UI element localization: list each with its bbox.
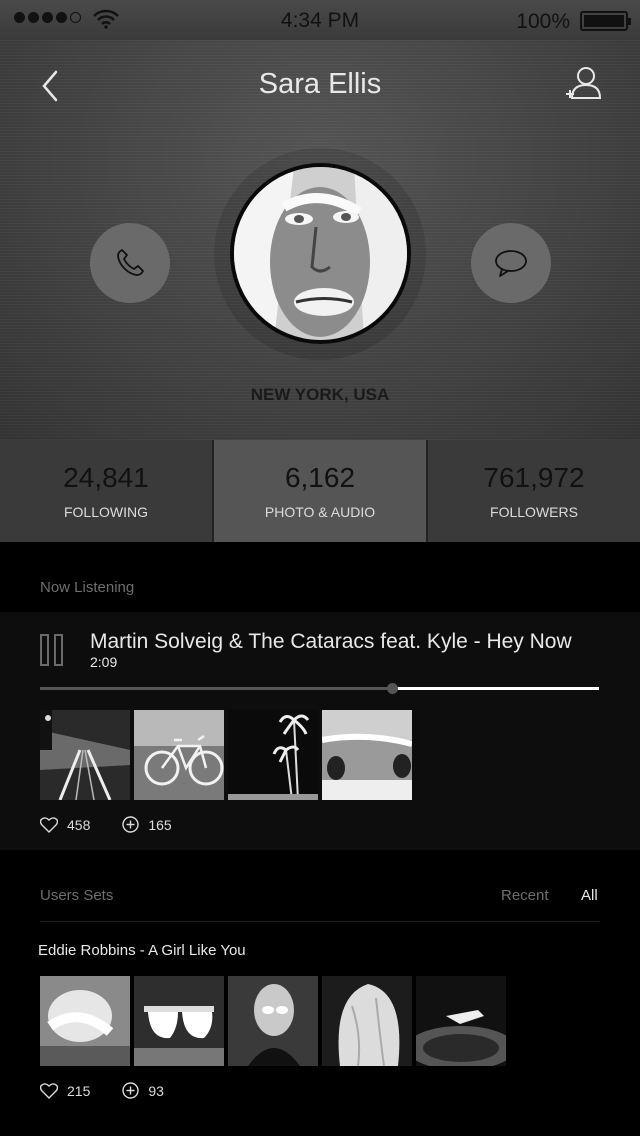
progress-played bbox=[40, 687, 392, 690]
add-user-icon[interactable] bbox=[564, 64, 604, 104]
stat-label: PHOTO & AUDIO bbox=[264, 504, 376, 520]
thumbnail-palm-trees[interactable] bbox=[228, 710, 318, 800]
call-button[interactable] bbox=[90, 223, 170, 303]
divider bbox=[40, 921, 600, 922]
plus-circle-icon bbox=[122, 816, 140, 833]
set-title[interactable]: Eddie Robbins - A Girl Like You bbox=[38, 942, 246, 959]
progress-track[interactable] bbox=[40, 683, 599, 694]
heart-icon bbox=[40, 1082, 58, 1099]
stats-bar: 24,841 FOLLOWING 6,162 PHOTO & AUDIO 761… bbox=[0, 440, 640, 542]
stat-label: FOLLOWING bbox=[63, 504, 148, 520]
battery-percent: 100% bbox=[516, 10, 570, 33]
progress-knob[interactable] bbox=[387, 683, 398, 694]
thumbnail-woman-glasses[interactable] bbox=[228, 976, 318, 1066]
avatar-photo bbox=[234, 167, 407, 340]
stat-photo-audio[interactable]: 6,162 PHOTO & AUDIO bbox=[212, 440, 426, 542]
users-sets-meta: 215 93 bbox=[40, 1082, 196, 1099]
filter-recent[interactable]: Recent bbox=[501, 887, 549, 904]
page-title: Sara Ellis bbox=[258, 68, 382, 100]
message-button[interactable] bbox=[471, 223, 551, 303]
battery-icon bbox=[580, 11, 631, 31]
add-button[interactable]: 93 bbox=[122, 1082, 164, 1099]
plus-circle-icon bbox=[122, 1082, 140, 1099]
thumbnail-bicycle[interactable] bbox=[134, 710, 224, 800]
heart-icon bbox=[40, 816, 58, 833]
add-button[interactable]: 165 bbox=[122, 816, 172, 833]
phone-icon bbox=[117, 249, 144, 276]
location-label: NEW YORK, USA bbox=[250, 385, 390, 404]
stat-value: 761,972 bbox=[483, 462, 585, 493]
now-listening-label: Now Listening bbox=[40, 579, 135, 596]
filter-all[interactable]: All bbox=[581, 887, 598, 904]
profile-header: Sara Ellis NEW YORK, USA bbox=[0, 40, 640, 440]
thumbnail-shoes-beach[interactable] bbox=[322, 710, 412, 800]
song-title: Martin Solveig & The Cataracs feat. Kyle… bbox=[90, 630, 572, 653]
now-listening-panel: Martin Solveig & The Cataracs feat. Kyle… bbox=[0, 612, 640, 850]
chat-bubble-icon bbox=[495, 250, 527, 277]
add-count: 165 bbox=[148, 816, 172, 833]
stat-value: 6,162 bbox=[284, 462, 356, 493]
like-count: 215 bbox=[67, 1082, 91, 1099]
like-button[interactable]: 215 bbox=[40, 1083, 90, 1099]
progress-remaining bbox=[392, 687, 599, 690]
like-count: 458 bbox=[67, 816, 91, 833]
stat-value: 24,841 bbox=[63, 462, 149, 493]
stat-followers[interactable]: 761,972 FOLLOWERS bbox=[426, 440, 640, 542]
like-button[interactable]: 458 bbox=[40, 817, 90, 833]
now-listening-thumbnails bbox=[40, 710, 412, 800]
avatar[interactable] bbox=[230, 163, 411, 344]
users-sets-label: Users Sets bbox=[40, 887, 114, 904]
thumbnail-blonde-hair[interactable] bbox=[322, 976, 412, 1066]
pause-icon[interactable] bbox=[40, 634, 64, 666]
stat-label: FOLLOWERS bbox=[490, 504, 578, 520]
thumbnail-turntable[interactable] bbox=[416, 976, 506, 1066]
now-listening-meta: 458 165 bbox=[40, 816, 204, 833]
thumbnail-lying-woman[interactable] bbox=[40, 976, 130, 1066]
stat-following[interactable]: 24,841 FOLLOWING bbox=[0, 440, 212, 542]
thumbnail-sunglasses[interactable] bbox=[134, 976, 224, 1066]
song-duration: 2:09 bbox=[90, 654, 118, 670]
thumbnail-railroad[interactable] bbox=[40, 710, 130, 800]
status-bar: 4:34 PM 100% bbox=[0, 0, 640, 40]
add-count: 93 bbox=[148, 1082, 164, 1099]
users-sets-thumbnails bbox=[40, 976, 506, 1066]
